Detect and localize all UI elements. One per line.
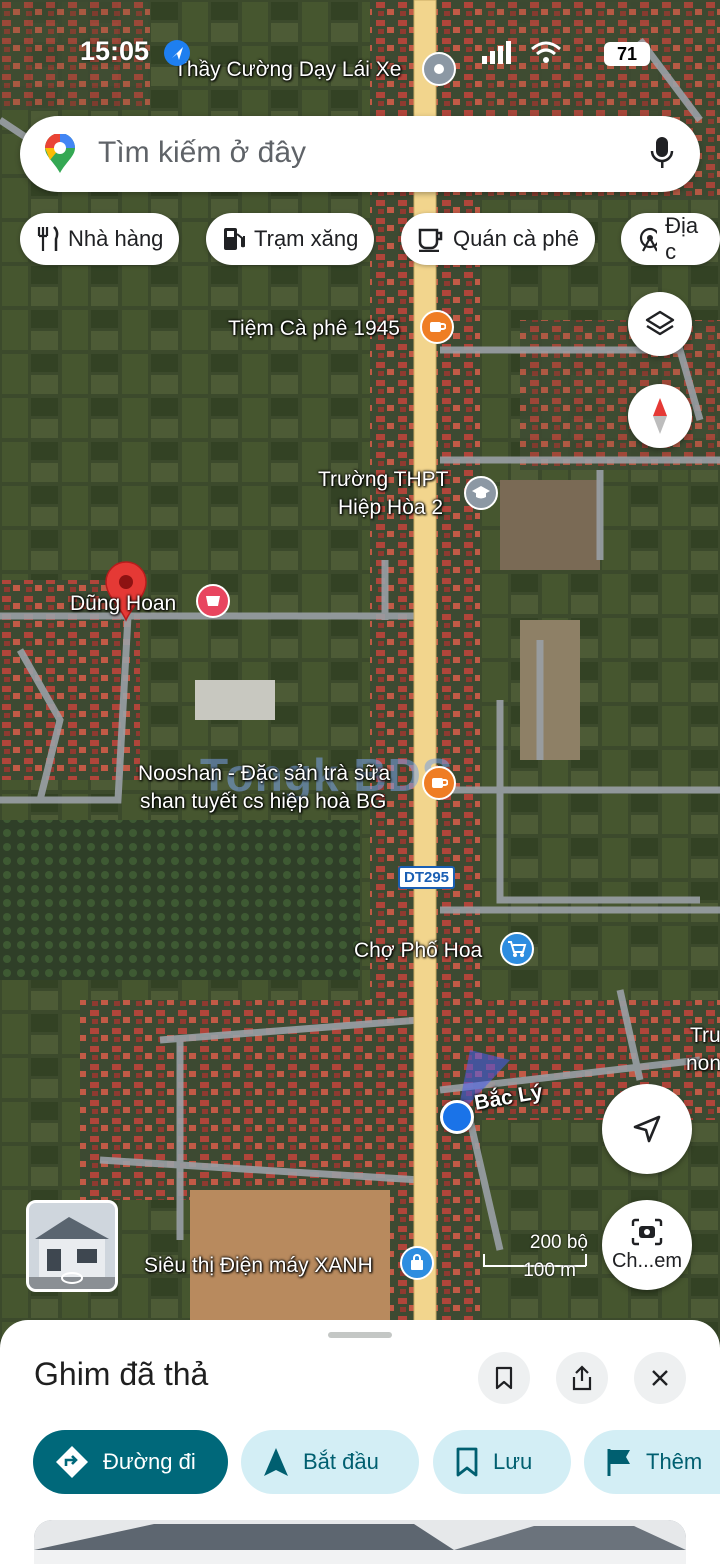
start-button[interactable]: Bắt đầu <box>241 1430 419 1494</box>
chip-label: Nhà hàng <box>68 226 164 251</box>
rotate-360-icon <box>61 1272 83 1284</box>
gas-pump-icon <box>224 228 245 250</box>
chip-restaurants[interactable]: Nhà hàng <box>20 213 180 265</box>
camera-search-button[interactable]: Ch...em <box>602 1200 692 1290</box>
poi-marker-school[interactable] <box>464 476 498 510</box>
poi-label-cho-pho-hoa[interactable]: Chợ Phố Hoa <box>354 937 482 964</box>
chip-label: Quán cà phê <box>453 226 579 251</box>
action-label: Thêm <box>646 1449 703 1474</box>
chip-coffee[interactable]: Quán cà phê <box>401 213 595 265</box>
action-label: Bắt đầu <box>303 1449 379 1474</box>
action-label: Lưu <box>493 1449 533 1474</box>
status-time: 15:05 <box>80 36 150 66</box>
poi-label-cafe-1945[interactable]: Tiệm Cà phê 1945 <box>228 315 400 342</box>
poi-label-nooshan-line2[interactable]: shan tuyết cs hiệp hoà BG <box>140 788 386 815</box>
compass-icon <box>653 398 667 434</box>
signal-wifi-icons <box>482 41 561 64</box>
shop-icon <box>206 596 220 606</box>
sheet-title: Ghim đã thả <box>34 1356 209 1392</box>
poi-label-nooshan-line1[interactable]: Nooshan - Đặc sản trà sữa <box>138 760 390 787</box>
battery-indicator: 71 <box>604 42 650 66</box>
drag-handle[interactable] <box>328 1332 392 1338</box>
poi-label-truong-line2[interactable]: Hiệp Hòa 2 <box>338 494 443 521</box>
house-roof-photo <box>34 1520 686 1564</box>
status-bar: 15:05 71 <box>0 32 720 72</box>
start-navigation-icon <box>264 1448 288 1476</box>
bookmark-icon <box>456 1447 478 1477</box>
chip-gas-stations[interactable]: Trạm xăng <box>206 213 375 265</box>
compass-button[interactable] <box>628 384 692 448</box>
poi-label-dung-hoan[interactable]: Dũng Hoan <box>70 590 176 617</box>
fork-knife-icon <box>37 226 59 251</box>
road-shield-dt295: DT295 <box>398 866 456 889</box>
wifi-icon <box>531 41 561 63</box>
chip-label: Trạm xăng <box>254 226 359 251</box>
graduation-cap-icon <box>472 486 490 499</box>
close-icon <box>652 1370 668 1386</box>
share-icon <box>572 1365 592 1391</box>
scale-meters: 100 m <box>523 1260 576 1281</box>
poi-marker-cho-pho-hoa[interactable] <box>500 932 534 966</box>
chip-attractions[interactable]: Địa c <box>621 213 720 265</box>
place-bottom-sheet: Ghim đã thả Đường đi Bắt đầu Lưu Thêm <box>0 1320 720 1564</box>
flag-icon <box>607 1449 630 1476</box>
action-buttons: Đường đi Bắt đầu Lưu Thêm <box>33 1430 720 1494</box>
close-button[interactable] <box>634 1352 686 1404</box>
coffee-cup-icon <box>430 322 446 332</box>
category-chips: Nhà hàng Trạm xăng Quán cà phê Địa c <box>20 213 720 265</box>
directions-icon <box>56 1446 88 1478</box>
coffee-cup-icon <box>418 228 443 252</box>
layers-icon <box>645 310 675 336</box>
poi-marker-cafe-1945[interactable] <box>420 310 454 344</box>
my-location-dot <box>440 1100 474 1134</box>
directions-button[interactable]: Đường đi <box>33 1430 228 1494</box>
shopping-bag-icon <box>411 1254 423 1270</box>
share-button[interactable] <box>556 1352 608 1404</box>
shopping-cart-icon <box>508 941 527 957</box>
poi-marker-sieu-thi[interactable] <box>400 1246 434 1280</box>
place-photo-preview[interactable] <box>34 1520 686 1564</box>
street-view-thumbnail[interactable] <box>26 1200 118 1292</box>
action-label: Đường đi <box>103 1449 196 1474</box>
layers-button[interactable] <box>628 292 692 356</box>
camera-lens-icon <box>631 1218 663 1245</box>
poi-marker-nooshan[interactable] <box>422 766 456 800</box>
map-label-edge-2: non <box>686 1052 720 1075</box>
poi-marker-dung-hoan[interactable] <box>196 584 230 618</box>
poi-label-truong-line1[interactable]: Trường THPT <box>318 466 449 493</box>
location-services-icon <box>164 40 190 66</box>
google-maps-pin-icon <box>45 134 75 173</box>
poi-label-sieu-thi[interactable]: Siêu thị Điện máy XANH <box>144 1252 373 1279</box>
ferris-wheel-icon <box>639 227 658 252</box>
map-scale-bar: 200 bộ 100 m <box>482 1232 592 1284</box>
map-label-edge-1: Tru <box>690 1024 720 1047</box>
microphone-icon[interactable] <box>650 136 674 170</box>
search-bar[interactable]: Tìm kiếm ở đây <box>20 116 700 192</box>
bookmark-icon <box>495 1366 513 1390</box>
cellular-signal-icon <box>482 41 511 64</box>
chip-label: Địa c <box>665 213 699 264</box>
camera-search-label: Ch...em <box>611 1249 683 1272</box>
coffee-cup-icon <box>432 778 448 788</box>
add-label-button[interactable]: Thêm <box>584 1430 720 1494</box>
save-bookmark-button[interactable] <box>478 1352 530 1404</box>
my-location-button[interactable] <box>602 1084 692 1174</box>
search-input[interactable]: Tìm kiếm ở đây <box>98 136 306 170</box>
save-button[interactable]: Lưu <box>433 1430 571 1494</box>
navigation-arrow-icon <box>633 1115 661 1143</box>
